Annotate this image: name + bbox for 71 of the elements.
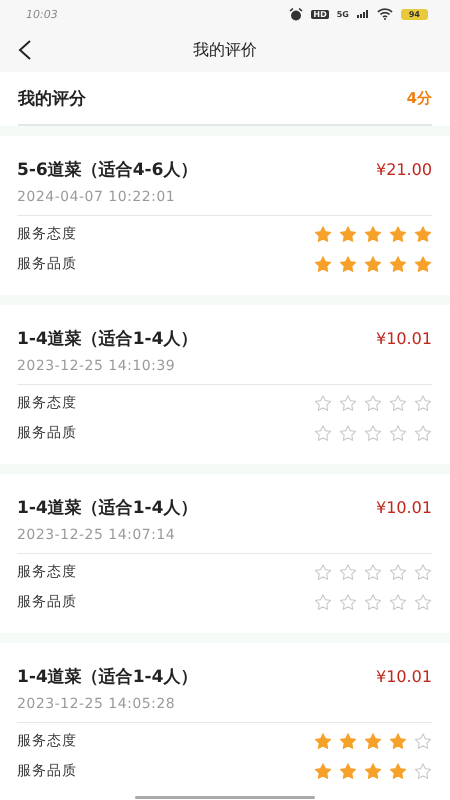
empty-star-icon: [339, 394, 357, 412]
empty-star-icon: [389, 424, 407, 442]
star-icon: [389, 732, 407, 750]
review-time: 2023-12-25 14:07:14: [17, 527, 432, 554]
battery-icon: 94: [400, 8, 428, 20]
star-icon: [339, 732, 357, 750]
back-icon[interactable]: [18, 40, 32, 60]
star-icon: [414, 255, 432, 273]
star-icon: [389, 762, 407, 780]
rating-score: 4分: [406, 88, 432, 108]
star-icon: [389, 225, 407, 243]
signal-icon: [356, 10, 369, 18]
empty-star-icon: [364, 563, 382, 581]
rating-category: 服务品质: [17, 424, 77, 442]
star-icon: [314, 225, 332, 243]
price: ¥10.01: [376, 667, 432, 686]
price: ¥10.01: [376, 329, 432, 348]
alarm-icon: [289, 8, 304, 20]
hd-icon: HD: [311, 10, 329, 18]
empty-star-icon: [414, 762, 432, 780]
empty-star-icon: [314, 394, 332, 412]
rating-category: 服务态度: [17, 732, 77, 750]
dish-title: 1-4道菜（适合1-4人）: [17, 666, 198, 688]
review-time: 2023-12-25 14:05:28: [17, 696, 432, 723]
rating-label: 我的评分: [18, 88, 86, 110]
rating-category: 服务态度: [17, 225, 77, 243]
star-icon: [339, 762, 357, 780]
rating-category: 服务品质: [17, 593, 77, 611]
empty-star-icon: [414, 424, 432, 442]
star-icon: [389, 255, 407, 273]
empty-star-icon: [314, 593, 332, 611]
page-title: 我的评价: [193, 40, 257, 60]
empty-star-icon: [364, 424, 382, 442]
empty-star-icon: [389, 394, 407, 412]
review-time: 2023-12-25 14:10:39: [17, 358, 432, 385]
review-time: 2024-04-07 10:22:01: [17, 189, 432, 216]
star-icon: [364, 762, 382, 780]
star-icon: [314, 762, 332, 780]
empty-star-icon: [414, 732, 432, 750]
empty-star-icon: [364, 394, 382, 412]
rating-category: 服务态度: [17, 563, 77, 581]
empty-star-icon: [339, 593, 357, 611]
star-icon: [364, 255, 382, 273]
star-icon: [314, 255, 332, 273]
empty-star-icon: [364, 593, 382, 611]
price: ¥10.01: [376, 498, 432, 517]
star-icon: [414, 225, 432, 243]
dish-title: 1-4道菜（适合1-4人）: [17, 497, 198, 519]
rating-category: 服务品质: [17, 762, 77, 780]
empty-star-icon: [339, 424, 357, 442]
rating-category: 服务态度: [17, 394, 77, 412]
star-icon: [364, 225, 382, 243]
rating-category: 服务品质: [17, 255, 77, 273]
wifi-icon: [376, 8, 393, 20]
price: ¥21.00: [376, 160, 432, 179]
star-icon: [314, 732, 332, 750]
dish-title: 5-6道菜（适合4-6人）: [17, 159, 198, 181]
star-icon: [364, 732, 382, 750]
network-type: 5G: [336, 10, 349, 18]
empty-star-icon: [314, 563, 332, 581]
empty-star-icon: [339, 563, 357, 581]
empty-star-icon: [314, 424, 332, 442]
dish-title: 1-4道菜（适合1-4人）: [17, 328, 198, 350]
empty-star-icon: [414, 593, 432, 611]
star-icon: [339, 255, 357, 273]
star-icon: [339, 225, 357, 243]
empty-star-icon: [389, 593, 407, 611]
empty-star-icon: [414, 563, 432, 581]
empty-star-icon: [389, 563, 407, 581]
empty-star-icon: [414, 394, 432, 412]
status-time: 10:03: [26, 8, 58, 20]
